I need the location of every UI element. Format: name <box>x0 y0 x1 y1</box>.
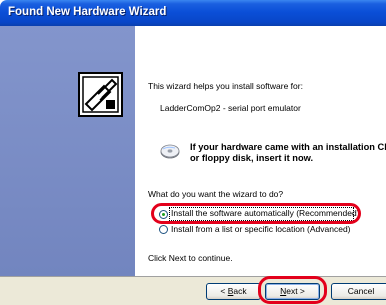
wizard-window: Found New Hardware Wizard This wizard he… <box>0 0 386 305</box>
next-label: ext > <box>286 286 305 296</box>
question-text: What do you want the wizard to do? <box>148 189 284 199</box>
option-advanced-label[interactable]: Install from a list or specific location… <box>171 224 351 234</box>
window-title: Found New Hardware Wizard <box>8 6 167 18</box>
continue-text: Click Next to continue. <box>148 253 233 263</box>
option-automatic-label[interactable]: Install the software automatically (Reco… <box>171 208 360 218</box>
cd-note-line1: If your hardware came with an installati… <box>190 142 386 152</box>
next-button[interactable]: Next > <box>265 283 320 300</box>
option-advanced-radio[interactable] <box>159 225 168 234</box>
button-bar <box>0 277 386 305</box>
intro-text: This wizard helps you install software f… <box>148 81 303 91</box>
hardware-wizard-icon <box>78 72 123 117</box>
wizard-side-panel <box>0 26 135 276</box>
back-button[interactable]: < Back <box>206 283 261 300</box>
cd-icon <box>160 144 180 159</box>
title-bar[interactable]: Found New Hardware Wizard <box>0 0 386 26</box>
cancel-button[interactable]: Cancel <box>331 283 386 300</box>
back-label: ack <box>233 286 247 296</box>
option-automatic-radio[interactable] <box>159 210 168 219</box>
device-name: LadderComOp2 - serial port emulator <box>160 103 301 113</box>
cd-note-line2: or floppy disk, insert it now. <box>190 153 314 163</box>
cd-note: If your hardware came with an installati… <box>190 142 386 164</box>
cancel-label: Cancel <box>347 286 375 296</box>
back-prefix: < <box>220 286 228 296</box>
